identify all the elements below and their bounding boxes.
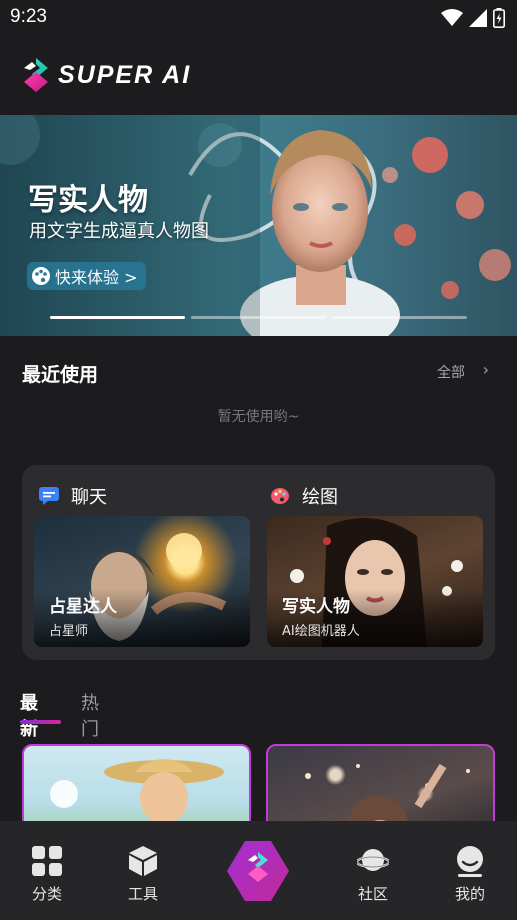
battery-icon	[493, 8, 505, 28]
app-logo-text: SUPER AI	[58, 61, 192, 89]
realistic-portrait-bot-card[interactable]: 写实人物 AI绘图机器人	[267, 516, 483, 647]
recent-all-link[interactable]: 全部	[437, 362, 465, 382]
profile-face-icon	[457, 846, 483, 877]
hero-banner[interactable]: 写实人物 用文字生成逼真人物图 快来体验 >	[0, 115, 517, 336]
palette-icon	[271, 488, 289, 504]
draw-category-header[interactable]: 绘图	[270, 483, 338, 509]
carousel-indicator	[50, 316, 467, 319]
recent-title: 最近使用	[22, 364, 99, 386]
tab-tools-label: 工具	[127, 885, 158, 903]
portrait-card-title: 写实人物	[282, 597, 350, 617]
grid-icon	[32, 846, 62, 876]
tab-latest[interactable]: 最新	[20, 689, 38, 741]
status-time: 9:23	[10, 6, 47, 27]
portrait-card-subtitle: AI绘图机器人	[282, 624, 360, 639]
recent-empty-text: 暂无使用哟~	[217, 409, 300, 425]
app-header: SUPER AI	[0, 36, 517, 115]
tab-profile-label: 我的	[454, 885, 485, 903]
astrologer-bot-card[interactable]: 占星达人 占星师	[34, 516, 250, 647]
banner-subtitle: 用文字生成逼真人物图	[29, 221, 209, 242]
tab-profile[interactable]: 我的	[440, 845, 500, 904]
palette-icon	[32, 267, 50, 285]
try-now-label: 快来体验 >	[55, 268, 138, 287]
carousel-dot[interactable]	[332, 316, 467, 319]
draw-category-label: 绘图	[302, 487, 338, 508]
center-home-button[interactable]	[225, 838, 291, 904]
banner-title: 写实人物	[28, 183, 148, 218]
tab-community-label: 社区	[357, 885, 388, 903]
chat-category-header[interactable]: 聊天	[39, 483, 107, 509]
tab-tools[interactable]: 工具	[113, 845, 173, 904]
super-ai-center-icon	[227, 841, 289, 901]
cube-icon	[129, 846, 157, 876]
bottom-tab-bar: 分类 工具 社区 我的	[0, 821, 517, 920]
tab-community[interactable]: 社区	[343, 845, 403, 904]
tab-popular[interactable]: 热门	[81, 689, 99, 741]
super-ai-logo-icon	[24, 58, 48, 92]
chat-bubble-icon	[39, 487, 59, 505]
try-now-button[interactable]: 快来体验 >	[27, 262, 146, 290]
chevron-right-icon[interactable]: ›	[483, 360, 489, 379]
tab-category-label: 分类	[31, 885, 62, 903]
status-bar: 9:23	[0, 0, 517, 36]
recent-section-header: 最近使用 全部 ›	[22, 358, 495, 386]
category-card: 聊天 绘图 占星达人 占星师 写实人物 AI绘图机器人	[22, 465, 495, 660]
planet-icon	[357, 849, 389, 871]
chat-category-label: 聊天	[71, 487, 107, 508]
status-icons	[441, 8, 505, 28]
active-tab-indicator	[20, 720, 61, 724]
signal-icon	[469, 9, 487, 27]
wifi-icon	[441, 9, 463, 26]
tab-category[interactable]: 分类	[17, 845, 77, 904]
astrologer-card-subtitle: 占星师	[49, 624, 89, 639]
astrologer-card-title: 占星达人	[49, 597, 117, 617]
carousel-dot-active[interactable]	[50, 316, 185, 319]
carousel-dot[interactable]	[191, 316, 326, 319]
